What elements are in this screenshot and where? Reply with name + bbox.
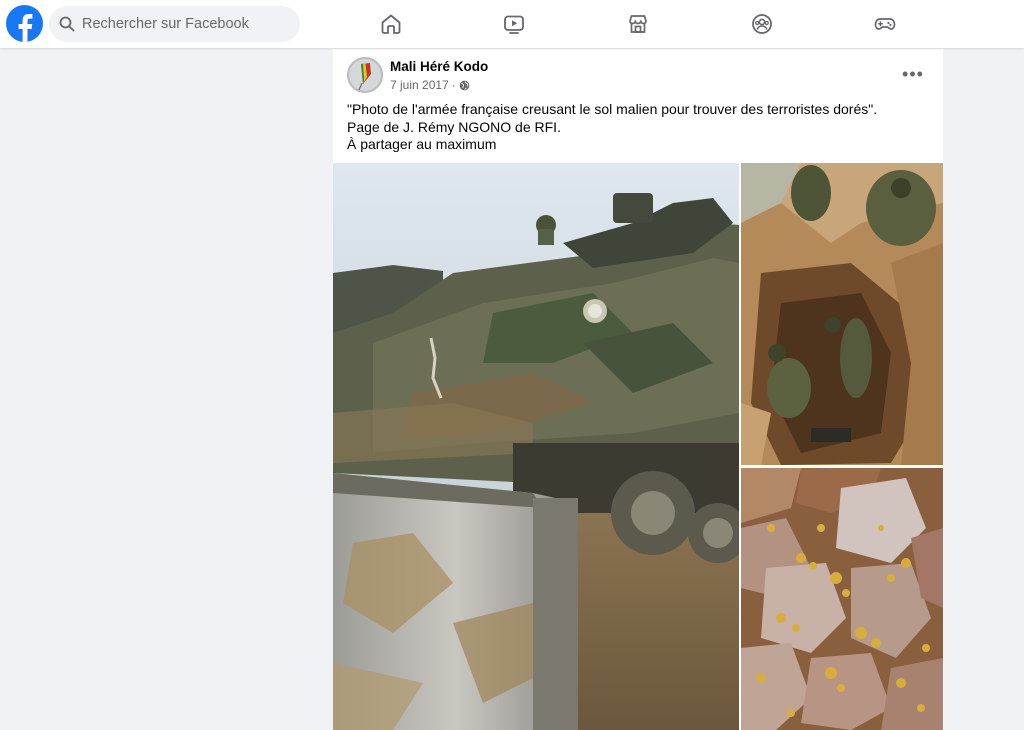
post-text-line: "Photo de l'armée française creusant le …: [347, 101, 878, 117]
author-name[interactable]: Mali Héré Kodo: [390, 59, 488, 74]
top-navigation-bar: Rechercher sur Facebook: [0, 0, 1024, 48]
globe-icon: [459, 80, 470, 91]
photo-gold-nuggets[interactable]: [741, 468, 943, 730]
more-options-button[interactable]: •••: [898, 61, 928, 87]
post-meta: 7 juin 2017 ·: [390, 78, 470, 92]
search-input[interactable]: Rechercher sur Facebook: [82, 16, 249, 32]
facebook-logo-icon[interactable]: [6, 5, 43, 42]
meta-separator: ·: [451, 78, 456, 92]
home-icon[interactable]: [375, 8, 407, 40]
video-icon[interactable]: [498, 8, 530, 40]
photo-armored-vehicle[interactable]: [333, 163, 739, 730]
groups-icon[interactable]: [746, 8, 778, 40]
post-text-line: Page de J. Rémy NGONO de RFI.: [347, 118, 561, 135]
post-card: Mali Héré Kodo 7 juin 2017 · ••• "Photo …: [333, 49, 943, 730]
photo-soldiers-digging[interactable]: [741, 163, 943, 465]
search-icon: [59, 16, 75, 32]
post-message: "Photo de l'armée française creusant le …: [347, 101, 932, 154]
post-date[interactable]: 7 juin 2017: [390, 78, 449, 92]
marketplace-icon[interactable]: [622, 8, 654, 40]
gaming-icon[interactable]: [869, 8, 901, 40]
search-box[interactable]: Rechercher sur Facebook: [49, 6, 300, 42]
post-text-line: À partager au maximum: [347, 136, 497, 152]
photo-grid: [333, 163, 943, 730]
author-avatar[interactable]: [347, 57, 383, 93]
